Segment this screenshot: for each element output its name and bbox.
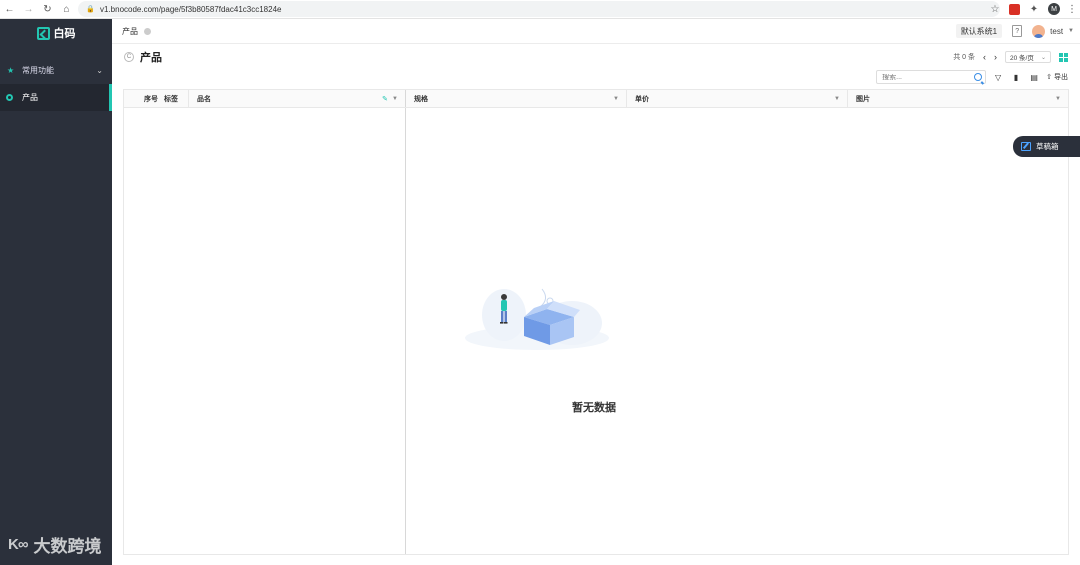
export-button[interactable]: ⇧ 导出 [1046,72,1068,82]
sidebar-item-product[interactable]: 产品 [0,84,112,111]
frozen-header: 序号 标签 品名 ✎ ▼ [124,89,406,108]
search-input[interactable] [882,73,963,81]
page-size-select[interactable]: 20 条/页 ⌄ [1005,51,1051,63]
refresh-icon[interactable]: C [124,52,134,62]
tab-close-icon[interactable] [144,27,151,35]
draft-box-button[interactable]: 草稿箱 [1013,136,1080,157]
circle-icon [6,94,13,101]
help-icon[interactable]: ? [1012,25,1023,37]
empty-state-text: 暂无数据 [572,402,616,414]
column-header-label: 图片 [856,95,870,103]
logo-text: 白码 [53,28,76,40]
column-header-name[interactable]: 品名 [197,94,211,104]
empty-box-illustration [465,288,609,350]
watermark: K∞ 大数跨境 [8,532,102,557]
username: test [1050,26,1064,36]
pagination: 共 0 条 ‹ › 20 条/页 ⌄ [953,51,1068,63]
sidebar-item-label: 产品 [22,93,38,102]
browser-toolbar: ← → ↻ ⌂ 🔒 v1.bnocode.com/page/5f3b80587f… [0,0,1080,19]
sidebar-group-common[interactable]: ★ 常用功能 ⌄ [0,56,112,84]
chart-icon[interactable]: ▮ [1010,71,1022,83]
forward-icon[interactable]: → [19,0,38,19]
next-page-icon[interactable]: › [994,52,997,62]
upload-icon: ⇧ [1046,74,1052,81]
app-logo[interactable]: 白码 [0,19,112,47]
system-switch-button[interactable]: 默认系统1 [955,24,1003,38]
tab-product[interactable]: 产品 [122,26,151,37]
search-icon[interactable] [974,73,983,81]
search-box [876,70,987,84]
layout-grid-icon[interactable] [1059,52,1068,62]
pin-icon[interactable]: ✎ [382,95,388,103]
column-header-image[interactable]: 图片 ▼ [848,90,1068,107]
watermark-text: 大数跨境 [33,537,102,556]
star-icon[interactable]: ☆ [989,0,1001,19]
lock-icon: 🔒 [86,6,95,13]
empty-state-illustration [403,283,671,353]
draft-box-label: 草稿箱 [1036,142,1059,151]
user-menu[interactable]: test ▼ [1032,24,1074,38]
table-header: 序号 标签 品名 ✎ ▼ 规格 ▼ 单价 ▼ 图片 ▼ [124,89,1068,108]
watermark-logo: K∞ [8,536,29,553]
column-header-label: 单价 [635,95,649,103]
chevron-down-icon: ⌄ [1040,54,1046,61]
page-size-value: 20 条/页 [1010,55,1034,62]
column-header-index[interactable]: 序号 [144,94,158,104]
sidebar-group-label: 常用功能 [22,65,54,75]
address-bar[interactable]: 🔒 v1.bnocode.com/page/5f3b80587fdac41c3c… [78,1,1000,17]
page-header: C 产品 [124,49,162,65]
filter-icon[interactable]: ▽ [992,71,1004,83]
reload-icon[interactable]: ↻ [38,0,57,19]
column-header-tag[interactable]: 标签 [164,94,178,104]
column-header-spec[interactable]: 规格 ▼ [406,90,627,107]
tab-label: 产品 [122,26,138,36]
extensions-puzzle-icon[interactable]: ✦ [1028,0,1040,19]
page-title: 产品 [140,52,162,64]
top-bar: 产品 默认系统1 ? test ▼ [112,19,1080,44]
record-count: 共 0 条 [953,54,975,61]
column-dropdown-icon[interactable]: ▼ [1055,96,1061,102]
prev-page-icon[interactable]: ‹ [983,52,986,62]
extension-icon[interactable] [1009,3,1020,15]
logo-mark-icon [36,26,50,40]
chevron-down-icon: ⌄ [96,65,103,75]
column-dropdown-icon[interactable]: ▼ [613,96,619,102]
frozen-column-area [124,108,406,554]
profile-avatar[interactable]: M [1048,3,1060,15]
caret-down-icon: ▼ [1068,28,1074,34]
divider [188,89,189,108]
star-folder-icon: ★ [7,65,15,75]
avatar [1032,24,1046,38]
column-header-label: 规格 [414,95,428,103]
url-text: v1.bnocode.com/page/5f3b80587fdac41c3cc1… [100,4,282,14]
column-header-price[interactable]: 单价 ▼ [627,90,848,107]
column-dropdown-icon[interactable]: ▼ [392,96,398,102]
edit-icon [1021,142,1031,151]
menu-kebab-icon[interactable]: ⋮ [1067,0,1077,19]
home-icon[interactable]: ⌂ [57,0,76,19]
back-icon[interactable]: ← [0,0,19,19]
table-toolbar: ▽ ▮ ▤ ⇧ 导出 [876,70,1068,84]
columns-icon[interactable]: ▤ [1028,71,1040,83]
sidebar: 白码 ★ 常用功能 ⌄ 产品 K∞ 大数跨境 [0,19,112,565]
export-label: 导出 [1054,74,1068,81]
column-dropdown-icon[interactable]: ▼ [834,96,840,102]
